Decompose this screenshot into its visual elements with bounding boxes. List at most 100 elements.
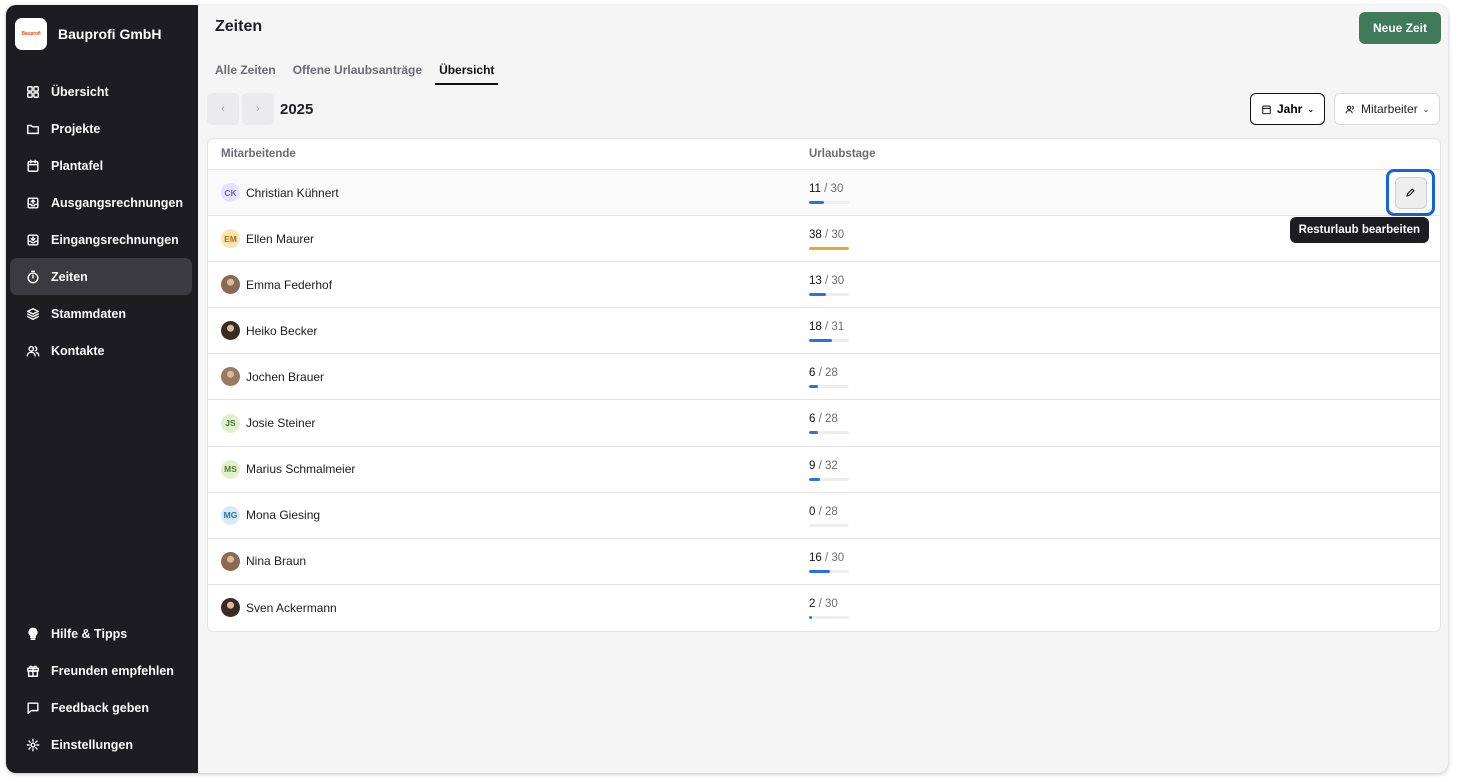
table-header: Mitarbeitende Urlaubstage xyxy=(208,139,1440,170)
sidebar-item-ausgangsrechnungen[interactable]: Ausgangsrechnungen xyxy=(10,184,192,221)
table-row[interactable]: Sven Ackermann 2 / 30 xyxy=(208,585,1440,631)
vacation-progress-bar xyxy=(809,431,849,435)
edit-focus-ring xyxy=(1386,169,1435,216)
tab-offene-urlaubsantraege[interactable]: Offene Urlaubsanträge xyxy=(293,63,422,85)
table-row[interactable]: MS Marius Schmalmeier 9 / 32 xyxy=(208,447,1440,493)
table-row[interactable]: MG Mona Giesing 0 / 28 xyxy=(208,493,1440,539)
sidebar-item-stammdaten[interactable]: Stammdaten xyxy=(10,295,192,332)
vacation-used: 38 xyxy=(809,229,822,242)
employee-name: Emma Federhof xyxy=(246,277,333,292)
employee-name: Sven Ackermann xyxy=(246,600,337,615)
brand[interactable]: Bauprofi Bauprofi GmbH xyxy=(6,5,198,61)
sidebar-item-plantafel[interactable]: Plantafel xyxy=(10,147,192,184)
vacation-progress-bar xyxy=(809,523,849,527)
vacation-separator: / xyxy=(815,413,825,426)
avatar xyxy=(221,551,240,571)
vacation-used: 18 xyxy=(809,321,822,334)
vacation-progress-bar xyxy=(809,247,849,251)
vacation-cell: 6 / 28 xyxy=(809,400,1009,445)
pencil-icon xyxy=(1406,188,1415,197)
employee-filter-button[interactable]: Mitarbeiter ⌄ xyxy=(1334,93,1441,125)
sidebar-item-label: Plantafel xyxy=(51,158,104,173)
tab-bar: Alle Zeiten Offene Urlaubsanträge Übersi… xyxy=(215,63,515,85)
vacation-count: 0 / 28 xyxy=(809,506,838,518)
vacation-total: 30 xyxy=(825,597,838,610)
vacation-progress-fill xyxy=(809,569,831,573)
table-row[interactable]: JS Josie Steiner 6 / 28 xyxy=(208,400,1440,447)
vacation-total: 31 xyxy=(831,321,845,334)
sidebar-item-freunden-empfehlen[interactable]: Freunden empfehlen xyxy=(10,652,192,689)
sidebar-item-kontakte[interactable]: Kontakte xyxy=(10,332,192,369)
vacation-cell: 18 / 31 xyxy=(809,308,1009,353)
employee-cell: Emma Federhof xyxy=(208,275,809,295)
sidebar-bottom-nav: Hilfe & Tipps Freunden empfehlen Feedbac… xyxy=(10,615,192,763)
layers-icon xyxy=(26,307,40,321)
vacation-progress-fill xyxy=(809,247,849,251)
employee-name: Ellen Maurer xyxy=(246,231,315,246)
vacation-progress-bar xyxy=(809,339,849,343)
edit-tooltip: Resturlaub bearbeiten xyxy=(1289,217,1429,243)
grid-icon xyxy=(26,85,40,99)
table-row[interactable]: Emma Federhof 13 / 30 xyxy=(208,262,1440,309)
employee-cell: MG Mona Giesing xyxy=(208,505,809,525)
sidebar-item-label: Übersicht xyxy=(51,84,109,99)
vacation-cell: 9 / 32 xyxy=(809,447,1009,492)
vacation-separator: / xyxy=(815,505,825,518)
sidebar-item-zeiten[interactable]: Zeiten xyxy=(10,258,192,295)
employee-cell: JS Josie Steiner xyxy=(208,413,809,433)
employee-filter-label: Mitarbeiter xyxy=(1361,102,1418,116)
new-time-button[interactable]: Neue Zeit xyxy=(1358,12,1441,44)
vacation-separator: / xyxy=(821,551,832,564)
next-year-button[interactable]: › xyxy=(242,93,274,125)
tab-alle-zeiten[interactable]: Alle Zeiten xyxy=(215,63,276,85)
tab-uebersicht[interactable]: Übersicht xyxy=(435,63,499,85)
vacation-count: 18 / 31 xyxy=(809,321,844,333)
employee-cell: Sven Ackermann xyxy=(208,598,809,618)
table-row[interactable]: EM Ellen Maurer 38 / 30 xyxy=(208,216,1440,263)
vacation-total: 28 xyxy=(825,505,838,518)
table-row[interactable]: CK Christian Kühnert 11 / 30 xyxy=(208,169,1440,217)
vacation-progress-fill xyxy=(809,293,827,297)
vacation-progress-fill xyxy=(809,431,818,435)
main-content: Zeiten Neue Zeit Alle Zeiten Offene Urla… xyxy=(198,5,1448,773)
vacation-progress-fill xyxy=(809,201,824,204)
folder-icon xyxy=(26,122,40,136)
vacation-used: 11 xyxy=(809,183,821,195)
table-row[interactable]: Nina Braun 16 / 30 xyxy=(208,539,1440,585)
sidebar-item-label: Zeiten xyxy=(51,269,88,284)
message-icon xyxy=(26,701,40,715)
vacation-count: 9 / 32 xyxy=(809,460,838,472)
vacation-count: 13 / 30 xyxy=(809,275,844,287)
avatar xyxy=(221,598,240,618)
sidebar-item-uebersicht[interactable]: Übersicht xyxy=(10,73,192,110)
sidebar-item-hilfe[interactable]: Hilfe & Tipps xyxy=(10,615,192,652)
sidebar-item-projekte[interactable]: Projekte xyxy=(10,110,192,147)
vacation-cell: 6 / 28 xyxy=(809,354,1009,399)
chevron-left-icon: ‹ xyxy=(221,103,225,115)
employee-name: Jochen Brauer xyxy=(246,369,325,384)
vacation-separator: / xyxy=(821,275,832,288)
edit-vacation-button[interactable] xyxy=(1394,176,1427,209)
period-filter-button[interactable]: Jahr ⌄ xyxy=(1250,93,1326,125)
table-row[interactable]: Jochen Brauer 6 / 28 xyxy=(208,354,1440,401)
previous-year-button[interactable]: ‹ xyxy=(207,93,239,125)
chevron-right-icon: › xyxy=(256,103,260,115)
app-window: Bauprofi Bauprofi GmbH Übersicht Projekt… xyxy=(6,5,1448,773)
vacation-cell: 13 / 30 xyxy=(809,262,1009,307)
sidebar: Bauprofi Bauprofi GmbH Übersicht Projekt… xyxy=(6,5,198,773)
employee-name: Nina Braun xyxy=(246,554,307,569)
sidebar-item-label: Freunden empfehlen xyxy=(51,663,174,678)
sidebar-item-einstellungen[interactable]: Einstellungen xyxy=(10,726,192,763)
table-body: CK Christian Kühnert 11 / 30 EM Ellen Maurer… xyxy=(208,169,1440,631)
vacation-cell: 38 / 30 xyxy=(809,216,1009,261)
table-row[interactable]: Heiko Becker 18 / 31 xyxy=(208,308,1440,355)
year-label: 2025 xyxy=(280,101,314,118)
vacation-total: 30 xyxy=(831,275,845,288)
users-icon xyxy=(1345,105,1354,113)
sidebar-item-eingangsrechnungen[interactable]: Eingangsrechnungen xyxy=(10,221,192,258)
avatar: EM xyxy=(221,229,240,249)
vacation-separator: / xyxy=(815,459,825,472)
vacation-separator: / xyxy=(820,183,831,195)
sidebar-item-feedback[interactable]: Feedback geben xyxy=(10,689,192,726)
calendar-icon xyxy=(26,159,40,173)
